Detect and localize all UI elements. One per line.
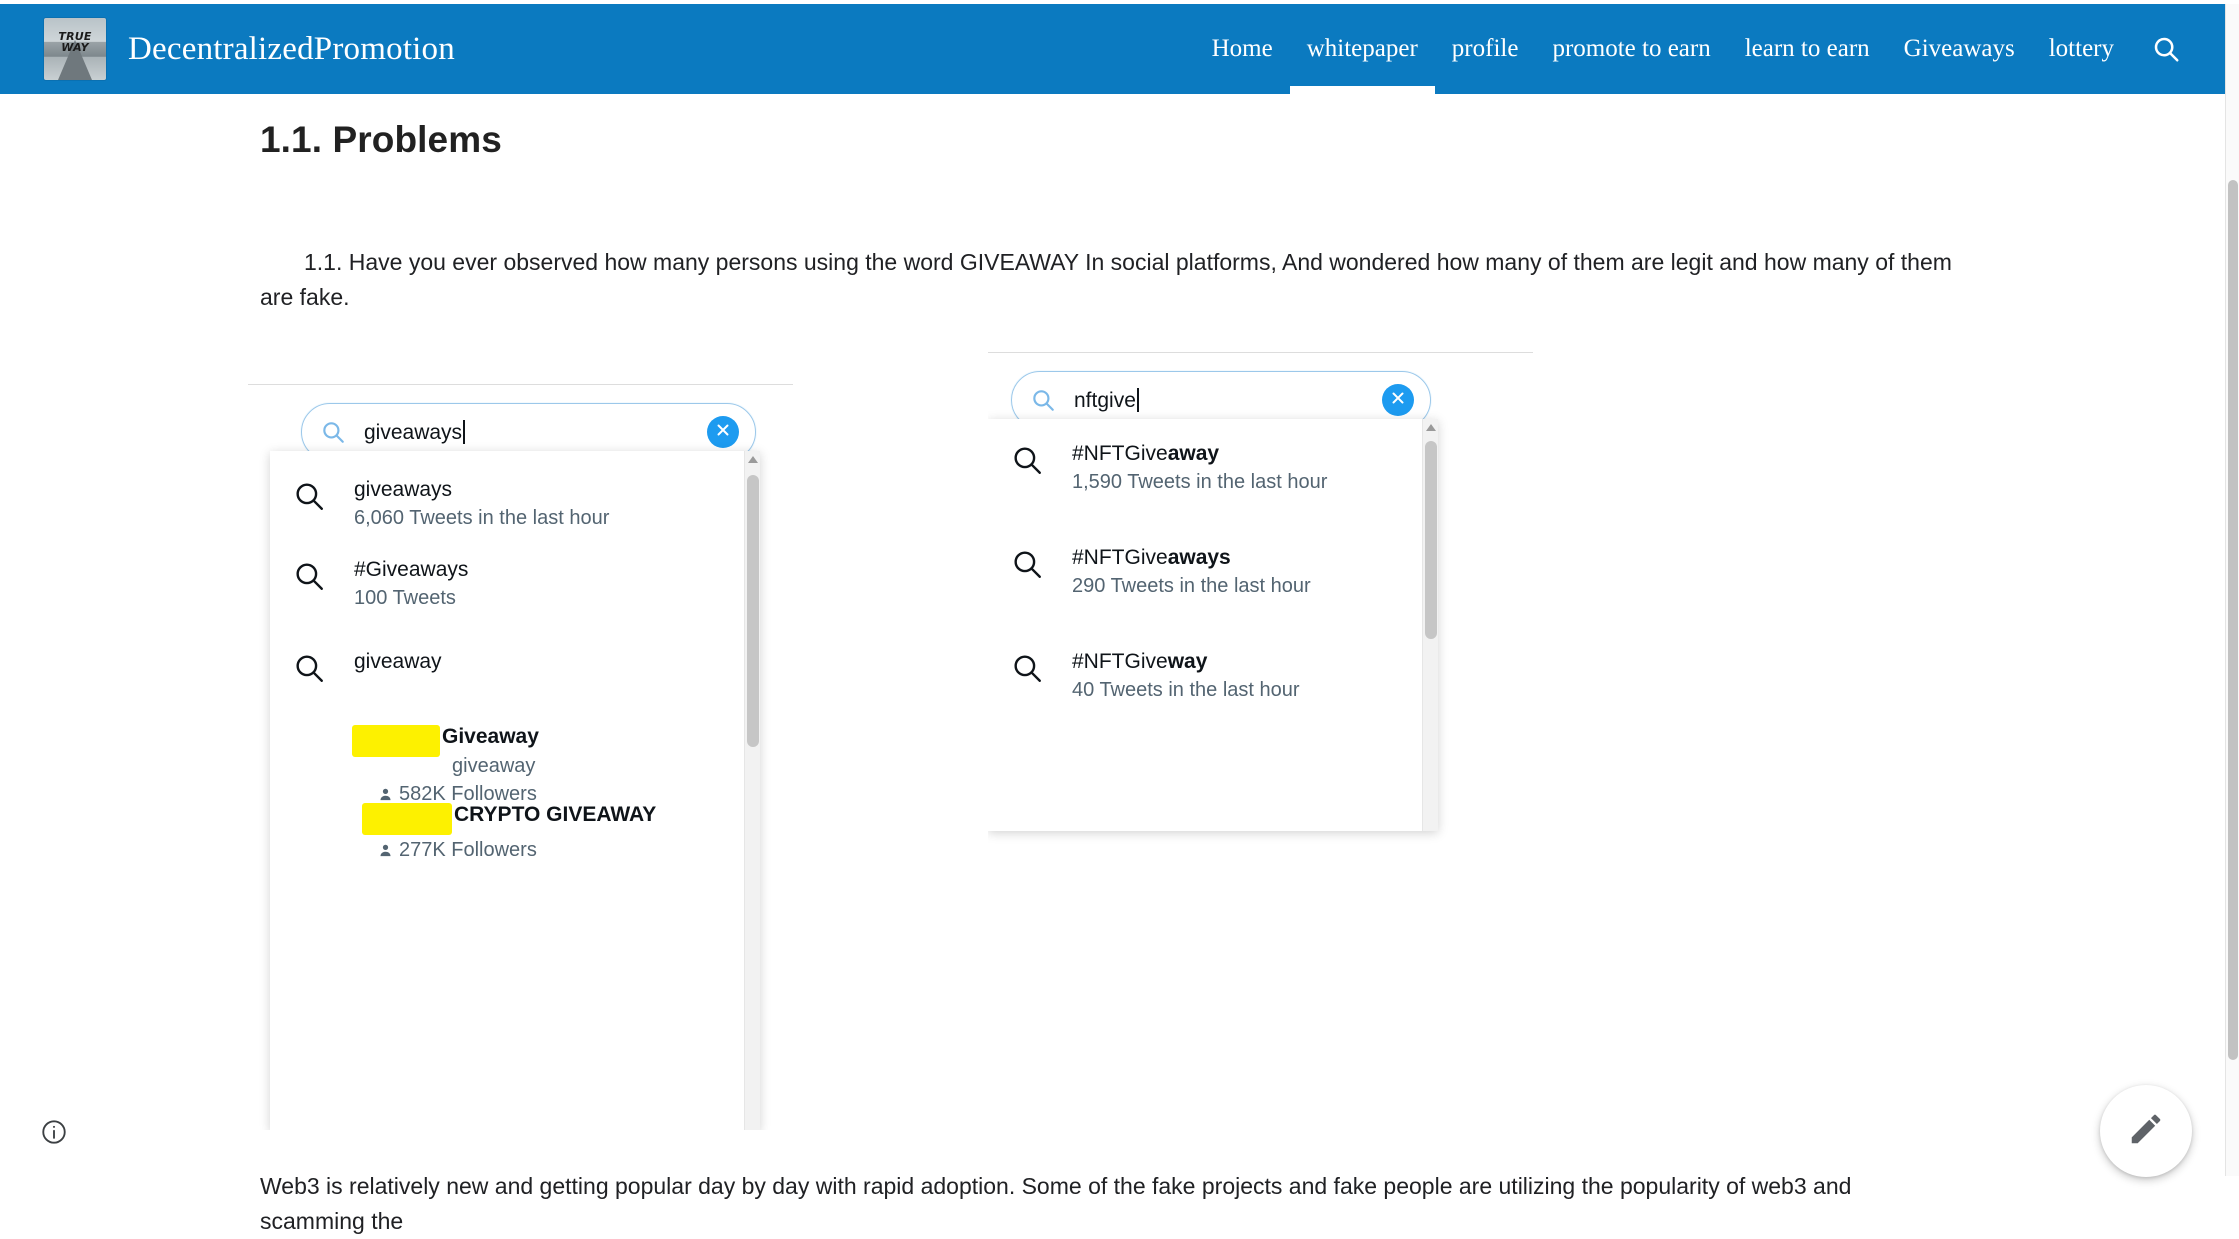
- person-icon: [378, 843, 393, 858]
- account-name: Giveaway: [442, 725, 539, 748]
- suggestion-subtitle: 40 Tweets in the last hour: [1072, 679, 1300, 701]
- nav-item-learn-to-earn[interactable]: learn to earn: [1728, 4, 1887, 94]
- search-icon: [1010, 651, 1044, 690]
- suggestion-item[interactable]: #NFTGiveaway 1,590 Tweets in the last ho…: [1010, 441, 1327, 495]
- search-icon: [320, 419, 346, 445]
- suggestion-subtitle: 100 Tweets: [354, 587, 456, 609]
- edit-floating-action-button[interactable]: [2100, 1085, 2192, 1177]
- search-icon: [1030, 387, 1056, 413]
- page-scrollbar-thumb[interactable]: [2228, 180, 2238, 1060]
- account-name: CRYPTO GIVEAWAY: [454, 803, 657, 826]
- nav-item-lottery[interactable]: lottery: [2032, 4, 2131, 94]
- suggestion-item[interactable]: giveaway: [292, 649, 442, 690]
- site-header: TRUE WAY DecentralizedPromotion Home whi…: [0, 4, 2225, 94]
- scroll-up-arrow-icon[interactable]: [748, 456, 758, 463]
- suggestion-subtitle: 1,590 Tweets in the last hour: [1072, 471, 1328, 493]
- nav-search-button[interactable]: [2131, 4, 2203, 94]
- search-suggestions-dropdown-right: #NFTGiveaway 1,590 Tweets in the last ho…: [988, 419, 1438, 831]
- search-icon: [1010, 547, 1044, 586]
- main-navigation: Home whitepaper profile promote to earn …: [1195, 4, 2225, 94]
- screenshot-nftgive-search: nftgive #NFTGiveaway 1,590 Tweets in the…: [988, 352, 1533, 852]
- dropdown-scroll-thumb-left[interactable]: [747, 475, 759, 747]
- suggestion-subtitle: 6,060 Tweets in the last hour: [354, 507, 610, 529]
- nav-item-giveaways[interactable]: Giveaways: [1887, 4, 2032, 94]
- paragraph-problems-intro: 1.1. Have you ever observed how many per…: [260, 245, 1960, 315]
- yellow-redaction-mark: [352, 725, 440, 757]
- dropdown-scrollbar-left[interactable]: [744, 451, 760, 1130]
- account-handle: giveaway: [452, 755, 536, 777]
- suggestion-title: #NFTGiveway: [1072, 649, 1300, 675]
- page-scrollbar[interactable]: [2225, 4, 2239, 1176]
- suggestion-title: giveaways: [354, 478, 453, 501]
- search-input-left-value: giveaways: [364, 420, 463, 444]
- suggestion-item[interactable]: #NFTGiveway 40 Tweets in the last hour: [1010, 649, 1300, 703]
- search-icon: [292, 651, 326, 690]
- document-body: 1.1. Problems 1.1. Have you ever observe…: [0, 94, 2225, 1234]
- suggestion-title-match: aways: [1167, 546, 1231, 569]
- search-icon: [292, 559, 326, 598]
- close-circle-icon: [714, 421, 732, 444]
- info-circle-icon: [40, 1120, 68, 1150]
- search-icon: [1010, 443, 1044, 482]
- nav-item-profile[interactable]: profile: [1435, 4, 1536, 94]
- dropdown-scrollbar-right[interactable]: [1422, 419, 1438, 831]
- search-input-left[interactable]: giveaways: [364, 419, 466, 445]
- search-icon: [2151, 34, 2181, 64]
- brand[interactable]: TRUE WAY DecentralizedPromotion: [44, 4, 455, 94]
- nav-item-home[interactable]: Home: [1195, 4, 1290, 94]
- suggestion-title-plain: #NFTGive: [1072, 442, 1168, 465]
- text-caret: [1136, 387, 1139, 412]
- suggestion-item[interactable]: giveaways 6,060 Tweets in the last hour: [292, 477, 609, 531]
- suggestion-title-match: way: [1167, 650, 1208, 673]
- suggestion-title: #Giveaways: [354, 558, 469, 581]
- suggestion-title-plain: #NFTGive: [1072, 650, 1168, 673]
- clear-search-button-left[interactable]: [707, 416, 739, 448]
- suggestion-subtitle: 290 Tweets in the last hour: [1072, 575, 1311, 597]
- yellow-redaction-mark: [362, 803, 452, 835]
- clear-search-button-right[interactable]: [1382, 384, 1414, 416]
- suggestion-item[interactable]: #Giveaways 100 Tweets: [292, 557, 468, 611]
- search-input-right[interactable]: nftgive: [1074, 387, 1139, 413]
- account-followers: 277K Followers: [378, 839, 537, 862]
- search-icon: [292, 479, 326, 518]
- account-followers-text: 277K Followers: [399, 839, 537, 861]
- account-suggestion-item[interactable]: CRYPTO GIVEAWAY 277K Followers: [292, 799, 722, 899]
- info-button[interactable]: [40, 1118, 68, 1146]
- paragraph-1-text: 1.1. Have you ever observed how many per…: [260, 249, 1952, 310]
- suggestion-title: #NFTGiveaways: [1072, 545, 1311, 571]
- brand-title: DecentralizedPromotion: [128, 30, 455, 67]
- screenshot-giveaways-search: giveaways giveaways 6,060 Tweets in the …: [248, 384, 793, 1130]
- close-circle-icon: [1389, 389, 1407, 412]
- search-input-right-value: nftgive: [1074, 388, 1136, 412]
- suggestion-title: #NFTGiveaway: [1072, 441, 1327, 467]
- logo-text: TRUE WAY: [44, 31, 106, 53]
- scroll-up-arrow-icon[interactable]: [1426, 424, 1436, 431]
- page-title: 1.1. Problems: [260, 118, 502, 160]
- brand-logo-image: TRUE WAY: [44, 18, 106, 80]
- suggestion-title-plain: #NFTGive: [1072, 546, 1168, 569]
- suggestion-item[interactable]: #NFTGiveaways 290 Tweets in the last hou…: [1010, 545, 1311, 599]
- suggestion-title-match: away: [1167, 442, 1220, 465]
- nav-item-promote-to-earn[interactable]: promote to earn: [1535, 4, 1727, 94]
- logo-text-line2: WAY: [61, 41, 89, 54]
- text-caret: [463, 419, 466, 444]
- search-suggestions-dropdown-left: giveaways 6,060 Tweets in the last hour …: [270, 451, 760, 1130]
- suggestion-title: giveaway: [354, 650, 442, 673]
- dropdown-scroll-thumb-right[interactable]: [1425, 441, 1437, 639]
- paragraph-web3: Web3 is relatively new and getting popul…: [260, 1173, 1852, 1234]
- pencil-edit-icon: [2127, 1110, 2165, 1153]
- nav-item-whitepaper[interactable]: whitepaper: [1289, 4, 1435, 94]
